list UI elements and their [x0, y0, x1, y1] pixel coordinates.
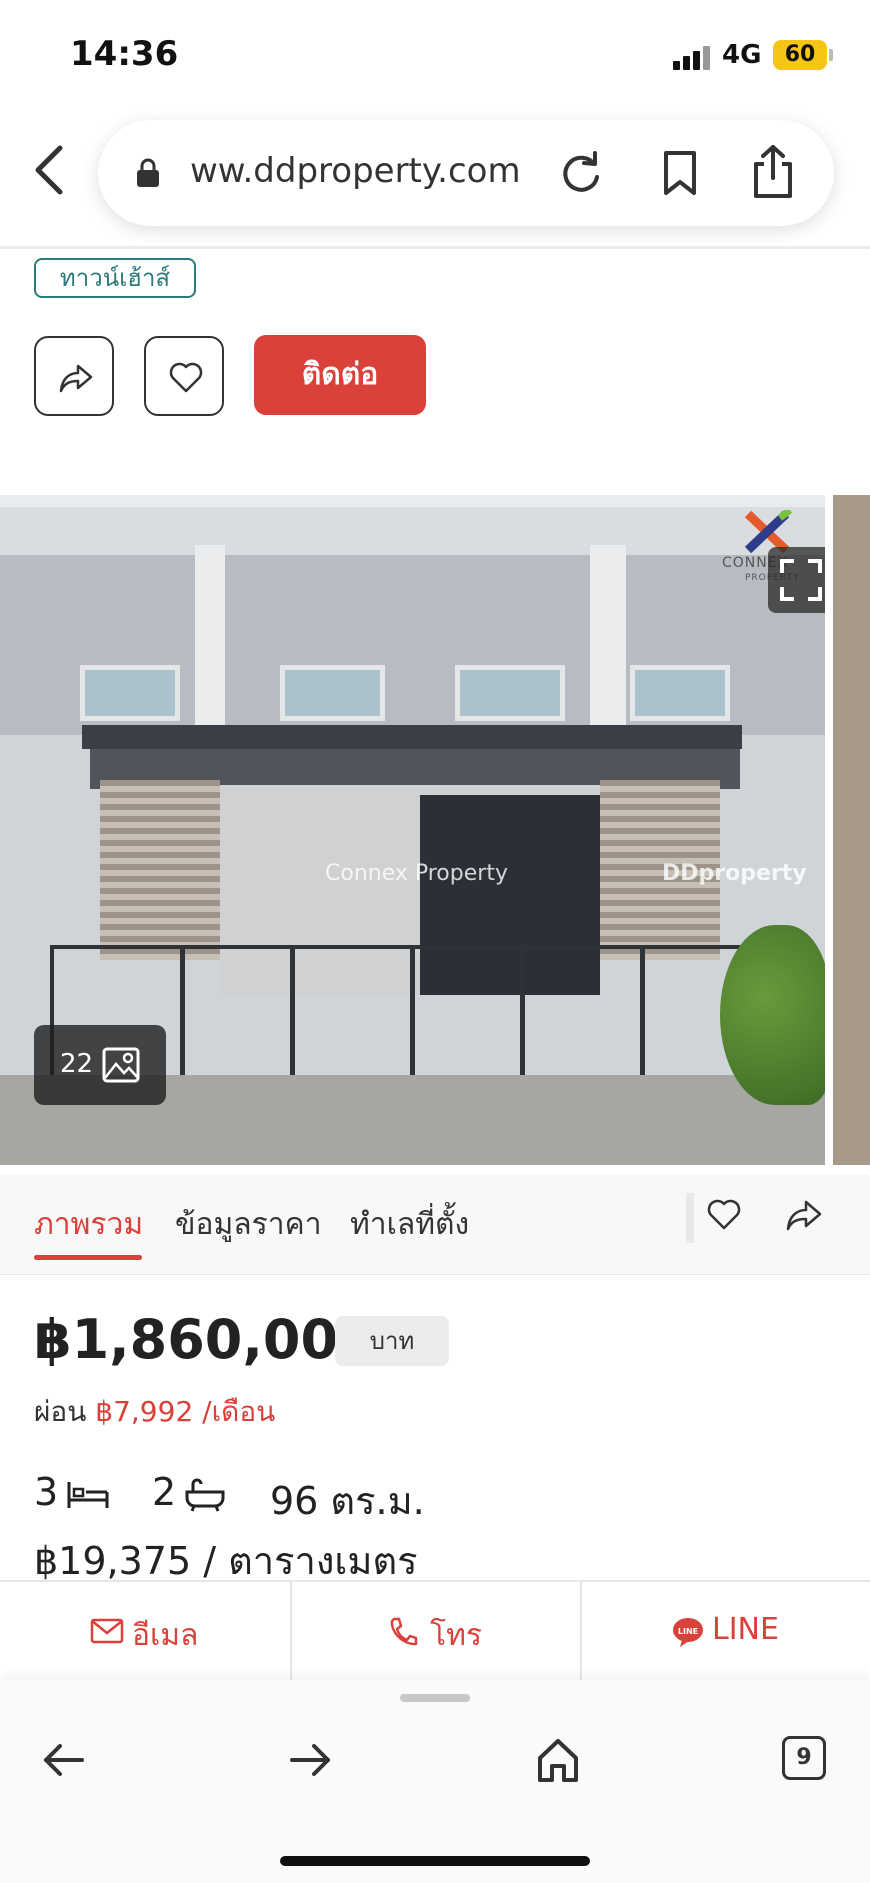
fullscreen-button[interactable] [768, 547, 825, 613]
bed-icon [67, 1482, 109, 1508]
mail-icon [90, 1618, 124, 1644]
share-listing-button[interactable] [34, 336, 114, 416]
address-bar[interactable]: ww.ddproperty.com [98, 120, 834, 226]
bathtub-icon [185, 1478, 225, 1512]
photo-pillar [590, 545, 626, 745]
status-bar: 14:36 4G 60 [0, 0, 870, 110]
battery-tip [829, 49, 833, 61]
network-type: 4G [722, 40, 762, 70]
photo-count: 22 [60, 1049, 94, 1079]
chevron-left-icon [35, 145, 63, 195]
photo-gate-bar [640, 945, 645, 1075]
share-icon[interactable] [750, 144, 796, 200]
next-photo-peek[interactable] [833, 495, 870, 1165]
call-label: โทร [430, 1618, 483, 1653]
home-indicator[interactable] [280, 1856, 590, 1866]
call-button[interactable]: โทร [292, 1582, 582, 1682]
heart-icon [169, 362, 203, 393]
toolbar-grabber[interactable] [400, 1694, 470, 1702]
battery-icon: 60 [773, 40, 827, 70]
tabs-separator [686, 1193, 694, 1243]
watermark-ddproperty: DDproperty [662, 861, 807, 886]
phone-icon [390, 1617, 418, 1646]
bookmark-icon[interactable] [660, 150, 700, 196]
photo-window [455, 665, 565, 721]
url-text[interactable]: ww.ddproperty.com [190, 151, 521, 191]
listing-tabs: ภาพรวม ข้อมูลราคา ทำเลที่ตั้ง [0, 1175, 870, 1275]
line-label: LINE [712, 1612, 779, 1647]
photo-wall-slats [100, 780, 220, 960]
line-button[interactable]: LINE LINE [582, 1582, 870, 1682]
expand-icon [780, 559, 822, 601]
home-icon[interactable] [534, 1736, 582, 1784]
heart-icon[interactable] [706, 1197, 742, 1233]
photo-count-badge[interactable]: 22 [34, 1025, 166, 1105]
cellular-signal-icon [673, 44, 713, 70]
photo-roof [0, 507, 825, 555]
contact-bar: อีเมล โทร LINE LINE [0, 1580, 870, 1682]
active-tab-indicator [34, 1255, 142, 1260]
photo-pillar [195, 545, 225, 745]
floor-area: 96 ตร.ม. [270, 1479, 425, 1523]
line-chat-icon: LINE [673, 1618, 703, 1647]
status-time: 14:36 [70, 34, 179, 74]
listing-price: ฿1,860,000 [34, 1308, 376, 1371]
svg-text:LINE: LINE [678, 1627, 698, 1636]
header-divider [0, 246, 870, 249]
property-type-tag: ทาวน์เฮ้าส์ [34, 258, 196, 298]
watermark-connex: Connex Property [325, 861, 508, 886]
photo-bush [720, 925, 825, 1105]
photo-window [80, 665, 180, 721]
photo-gate-bar [290, 945, 295, 1075]
bedroom-count: 3 [34, 1470, 59, 1514]
bathroom-count: 2 [152, 1470, 177, 1514]
photo-canopy [82, 725, 742, 749]
reload-icon[interactable] [558, 150, 604, 196]
currency-selector[interactable]: บาท [335, 1316, 449, 1366]
email-button[interactable]: อีเมล [0, 1582, 290, 1682]
photo-gate-bar [180, 945, 185, 1075]
browser-toolbar: 9 [0, 1680, 870, 1883]
tab-price-info[interactable]: ข้อมูลราคา [175, 1201, 322, 1248]
email-label: อีเมล [132, 1618, 199, 1653]
share-arrow-icon [59, 364, 93, 393]
photo-gate-bar [410, 945, 415, 1075]
photo-window [630, 665, 730, 721]
photo-gate-bar [520, 945, 525, 1075]
tabs-overview-button[interactable]: 9 [782, 1736, 826, 1780]
photo-window [280, 665, 385, 721]
share-arrow-icon[interactable] [784, 1197, 824, 1233]
tab-overview[interactable]: ภาพรวม [34, 1201, 143, 1248]
installment-amount[interactable]: ฿7,992 /เดือน [95, 1395, 275, 1428]
lock-icon [137, 158, 159, 187]
arrow-left-icon[interactable] [40, 1736, 88, 1784]
tab-location[interactable]: ทำเลที่ตั้ง [350, 1201, 469, 1248]
installment-prefix: ผ่อน [34, 1395, 87, 1428]
favorite-button[interactable] [144, 336, 224, 416]
arrow-right-icon[interactable] [286, 1736, 334, 1784]
contact-button[interactable]: ติดต่อ [254, 335, 426, 415]
installment-info: ผ่อน ฿7,992 /เดือน [34, 1390, 275, 1434]
browser-back-button[interactable] [28, 140, 72, 200]
gallery-icon [102, 1047, 140, 1083]
